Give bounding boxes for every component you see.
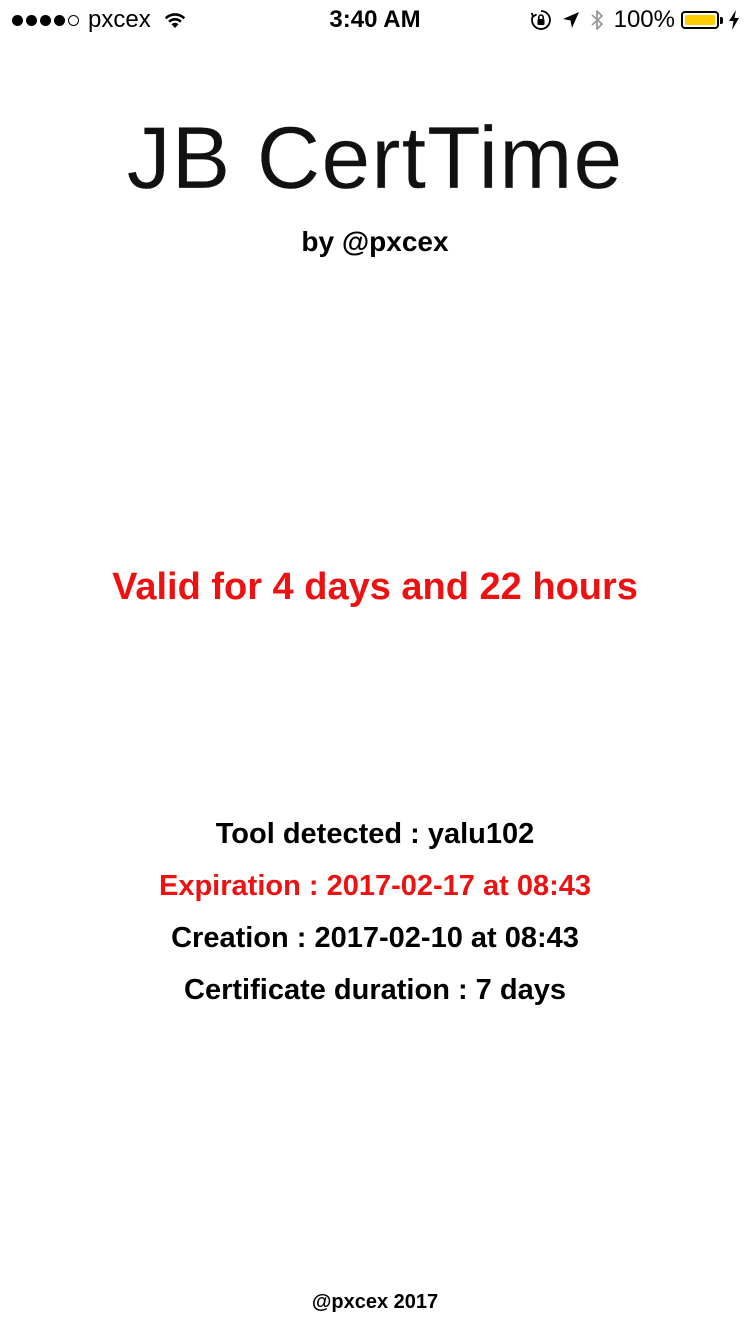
app-author: by @pxcex xyxy=(301,226,449,257)
battery-icon xyxy=(681,11,719,29)
status-bar-left: pxcex xyxy=(12,6,187,34)
orientation-lock-icon xyxy=(530,9,552,31)
app-title: JB CertTime xyxy=(126,108,624,207)
status-bar-right: 100% xyxy=(520,6,740,34)
wifi-icon xyxy=(163,11,187,29)
status-bar: pxcex 3:40 AM 100% xyxy=(0,0,750,40)
battery-percentage: 100% xyxy=(613,6,675,33)
creation-date: Creation : 2017-02-10 at 08:43 xyxy=(171,922,579,954)
signal-dot xyxy=(12,14,23,26)
certificate-details: Tool detected : yalu102 Expiration : 201… xyxy=(0,808,750,1016)
battery-level-fill xyxy=(685,15,715,25)
signal-strength-icon xyxy=(12,14,82,26)
signal-dot-empty xyxy=(68,14,79,26)
bluetooth-icon xyxy=(590,8,604,32)
tool-detected: Tool detected : yalu102 xyxy=(215,818,535,850)
footer-credit: @pxcex 2017 xyxy=(311,1291,439,1313)
battery-cap xyxy=(720,16,723,24)
signal-dot xyxy=(40,14,51,26)
signal-dot xyxy=(54,14,65,26)
expiration-date: Expiration : 2017-02-17 at 08:43 xyxy=(159,870,591,902)
location-arrow-icon xyxy=(562,11,580,29)
signal-dot xyxy=(26,14,37,26)
validity-status: Valid for 4 days and 22 hours xyxy=(112,566,638,608)
carrier-name: pxcex xyxy=(88,6,151,33)
charging-bolt-icon xyxy=(728,10,740,30)
certificate-duration: Certificate duration : 7 days xyxy=(184,974,566,1006)
